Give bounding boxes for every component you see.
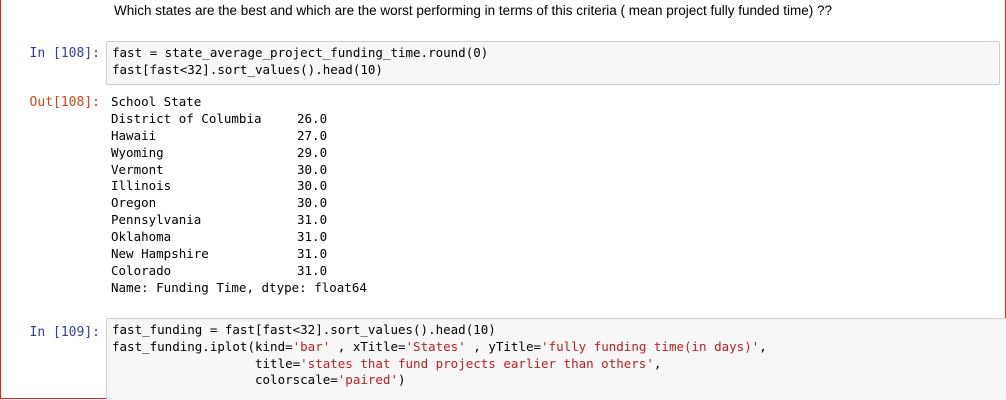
output-area-108: School State District of Columbia 26.0 Ha… — [111, 94, 367, 297]
series-index-name: School State — [111, 94, 367, 111]
index-name: School State — [111, 94, 202, 109]
code-editor-109[interactable]: fast_funding = fast[fast<32].sort_values… — [107, 319, 1006, 389]
string-token: 'states that fund projects earlier than … — [300, 355, 654, 371]
code-token: fast_funding.iplot(kind= — [112, 338, 293, 354]
code-token: colorscale= — [112, 372, 338, 388]
series-row: District of Columbia 26.0 — [111, 111, 367, 128]
code-line: fast_funding.iplot(kind='bar' , xTitle='… — [112, 339, 1006, 356]
markdown-cell-text: Which states are the best and which are … — [114, 3, 833, 18]
state-name: Illinois — [111, 178, 172, 194]
code-line: title='states that fund projects earlier… — [112, 356, 1006, 373]
funding-time-value: 31.0 — [297, 246, 328, 262]
state-name: District of Columbia — [111, 110, 262, 126]
series-row: New Hampshire 31.0 — [111, 246, 367, 263]
state-name: Colorado — [111, 262, 172, 278]
state-name: Vermont — [111, 161, 164, 177]
state-name: Oklahoma — [111, 229, 172, 245]
input-prompt-108: In [108]: — [29, 46, 100, 61]
state-name: Wyoming — [111, 144, 164, 160]
state-name: Pennsylvania — [111, 212, 202, 228]
code-line: fast_funding = fast[fast<32].sort_values… — [112, 322, 496, 337]
code-editor-108[interactable]: fast = state_average_project_funding_tim… — [107, 42, 999, 79]
series-row: Pennsylvania 31.0 — [111, 212, 367, 229]
string-token: 'fully funding time(in days)' — [541, 338, 760, 354]
series-row: Wyoming 29.0 — [111, 145, 367, 162]
series-row: Oregon 30.0 — [111, 195, 367, 212]
series-row: Hawaii 27.0 — [111, 128, 367, 145]
code-token: ) — [398, 372, 406, 388]
code-token: title= — [112, 355, 301, 371]
code-cell-109[interactable]: fast_funding = fast[fast<32].sort_values… — [106, 318, 1006, 400]
funding-time-value: 31.0 — [297, 212, 328, 228]
funding-time-value: 31.0 — [297, 229, 328, 245]
code-line: fast[fast<32].sort_values().head(10) — [112, 61, 383, 77]
state-name: New Hampshire — [111, 246, 209, 262]
code-line: colorscale='paired') — [112, 372, 1006, 389]
code-token: , — [759, 338, 767, 354]
code-token: , yTitle= — [465, 338, 542, 354]
code-token: , — [653, 355, 662, 371]
funding-time-value: 29.0 — [297, 144, 328, 160]
output-prompt-108: Out[108]: — [29, 95, 100, 110]
code-token: , xTitle= — [330, 338, 406, 354]
string-token: 'States' — [405, 338, 466, 354]
series-row: Vermont 30.0 — [111, 162, 367, 179]
state-name: Hawaii — [111, 127, 157, 143]
funding-time-value: 26.0 — [297, 110, 328, 126]
series-row: Illinois 30.0 — [111, 178, 367, 195]
funding-time-value: 30.0 — [297, 195, 328, 211]
string-token: 'bar' — [292, 338, 331, 354]
funding-time-value: 30.0 — [297, 178, 328, 194]
series-row: Colorado 31.0 — [111, 263, 367, 280]
series-row: Oklahoma 31.0 — [111, 229, 367, 246]
series-footer: Name: Funding Time, dtype: float64 — [111, 280, 367, 297]
dtype-footer: Name: Funding Time, dtype: float64 — [111, 279, 367, 295]
funding-time-value: 31.0 — [297, 262, 328, 278]
funding-time-value: 30.0 — [297, 161, 328, 177]
input-prompt-109: In [109]: — [29, 325, 100, 340]
state-name: Oregon — [111, 195, 157, 211]
code-line: fast = state_average_project_funding_tim… — [112, 45, 489, 60]
funding-time-value: 27.0 — [297, 127, 328, 143]
code-cell-108[interactable]: fast = state_average_project_funding_tim… — [106, 41, 1000, 85]
string-token: 'paired' — [337, 372, 398, 388]
